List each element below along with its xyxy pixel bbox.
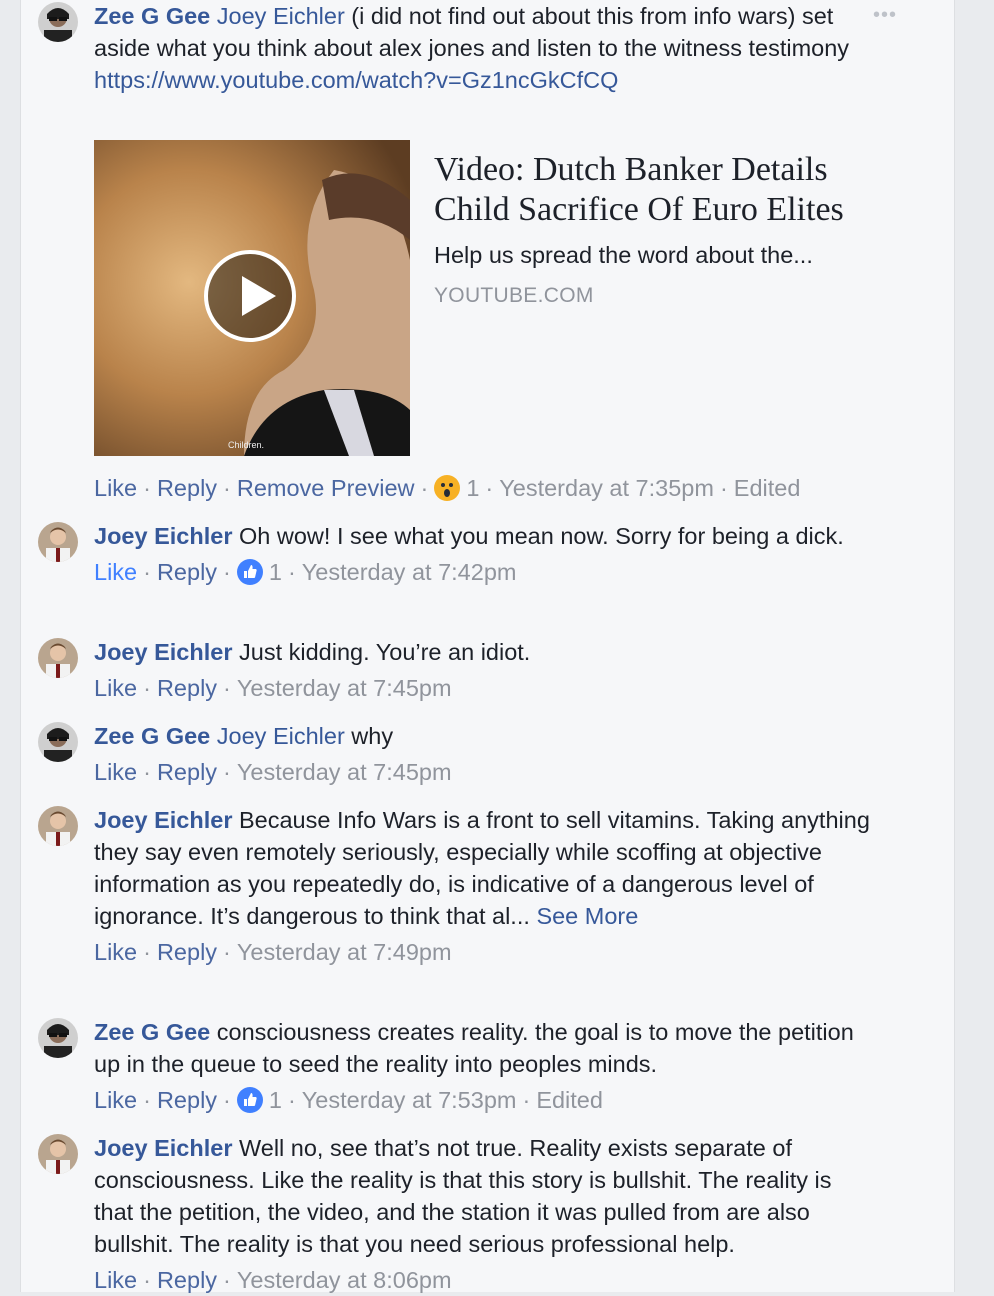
avatar-joey-eichler[interactable]	[38, 1134, 78, 1174]
avatar-zee-g-gee[interactable]	[38, 1018, 78, 1058]
comment-author[interactable]: Joey Eichler	[94, 807, 232, 833]
comment-7-actions: Like · Reply · Yesterday at 8:06pm	[94, 1267, 452, 1293]
comment-author[interactable]: Zee G Gee	[94, 723, 210, 749]
comment-author[interactable]: Zee G Gee	[94, 3, 210, 29]
like-button[interactable]: Like	[94, 939, 137, 965]
youtube-link[interactable]: https://www.youtube.com/watch?v=Gz1ncGkC…	[94, 67, 618, 93]
like-button[interactable]: Like	[94, 759, 137, 785]
comment-author[interactable]: Zee G Gee	[94, 1019, 210, 1045]
timestamp[interactable]: Yesterday at 7:35pm	[499, 475, 714, 501]
reaction-count[interactable]: 1	[269, 559, 282, 585]
comment-3-actions: Like · Reply · Yesterday at 7:45pm	[94, 675, 452, 701]
comment-3-text: Joey Eichler Just kidding. You’re an idi…	[94, 636, 874, 668]
avatar-zee-g-gee[interactable]	[38, 722, 78, 762]
comment-1-link-row: https://www.youtube.com/watch?v=Gz1ncGkC…	[94, 64, 874, 96]
comment-author[interactable]: Joey Eichler	[94, 639, 232, 665]
comment-6-body: Zee G Gee consciousness creates reality.…	[94, 1016, 874, 1116]
reply-button[interactable]: Reply	[157, 1267, 217, 1293]
comment-1-body: Zee G Gee Joey Eichler (i did not find o…	[94, 0, 874, 96]
comment-4-body: Zee G Gee Joey Eichler why Like · Reply · Ye…	[94, 720, 874, 788]
comment-1-text: Zee G Gee Joey Eichler (i did not find o…	[94, 0, 874, 64]
comment-5-body: Joey Eichler Because Info Wars is a fron…	[94, 804, 874, 968]
comment-7-body: Joey Eichler Well no, see that’s not tru…	[94, 1132, 874, 1296]
like-button[interactable]: Like	[94, 1087, 137, 1113]
edited-label[interactable]: Edited	[734, 475, 801, 501]
comment-message: Just kidding. You’re an idiot.	[232, 639, 531, 665]
reply-button[interactable]: Reply	[157, 1087, 217, 1113]
timestamp[interactable]: Yesterday at 8:06pm	[237, 1267, 452, 1293]
comment-2-body: Joey Eichler Oh wow! I see what you mean…	[94, 520, 874, 588]
comment-2-text: Joey Eichler Oh wow! I see what you mean…	[94, 520, 874, 552]
like-button[interactable]: Like	[94, 559, 137, 585]
avatar-joey-eichler[interactable]	[38, 522, 78, 562]
like-button[interactable]: Like	[94, 1267, 137, 1293]
play-button[interactable]	[204, 250, 296, 342]
link-preview[interactable]: Children. Video: Dutch Banker Details Ch…	[94, 140, 864, 456]
like-icon[interactable]	[236, 1087, 263, 1113]
thumbnail-caption: Children.	[228, 440, 265, 450]
comment-message: Oh wow! I see what you mean now. Sorry f…	[232, 523, 844, 549]
timestamp[interactable]: Yesterday at 7:45pm	[237, 675, 452, 701]
comment-6-text: Zee G Gee consciousness creates reality.…	[94, 1016, 874, 1080]
timestamp[interactable]: Yesterday at 7:53pm	[302, 1087, 517, 1113]
preview-source: YOUTUBE.COM	[434, 284, 594, 307]
comment-author[interactable]: Joey Eichler	[94, 523, 232, 549]
reaction-count[interactable]: 1	[269, 1087, 282, 1113]
comment-4-text: Zee G Gee Joey Eichler why	[94, 720, 874, 752]
comment-2-actions: Like · Reply · 1 · Yesterday at 7:42pm	[94, 559, 517, 585]
avatar-joey-eichler[interactable]	[38, 638, 78, 678]
more-options-icon[interactable]: •••	[873, 4, 897, 27]
see-more-link[interactable]: See More	[536, 903, 638, 929]
like-button[interactable]: Like	[94, 675, 137, 701]
comment-6-actions: Like · Reply · 1 · Yesterday at 7:53pm · Edited	[94, 1087, 603, 1113]
preview-title[interactable]: Video: Dutch Banker Details Child Sacrif…	[434, 150, 864, 230]
reply-button[interactable]: Reply	[157, 559, 217, 585]
reply-button[interactable]: Reply	[157, 475, 217, 501]
comment-1-actions: Like · Reply · Remove Preview · 1 · Yesterday at…	[94, 475, 801, 501]
like-icon[interactable]	[236, 559, 263, 585]
mention-tag[interactable]: Joey Eichler	[217, 723, 345, 749]
avatar-zee-g-gee[interactable]	[38, 2, 78, 42]
comment-7-text: Joey Eichler Well no, see that’s not tru…	[94, 1132, 874, 1260]
comment-5-text: Joey Eichler Because Info Wars is a fron…	[94, 804, 874, 932]
reply-button[interactable]: Reply	[157, 759, 217, 785]
timestamp[interactable]: Yesterday at 7:42pm	[302, 559, 517, 585]
comment-4-actions: Like · Reply · Yesterday at 7:45pm	[94, 759, 452, 785]
reply-button[interactable]: Reply	[157, 675, 217, 701]
preview-description: Help us spread the word about the...	[434, 242, 813, 268]
comment-5-actions: Like · Reply · Yesterday at 7:49pm	[94, 939, 452, 965]
avatar-joey-eichler[interactable]	[38, 806, 78, 846]
reply-button[interactable]: Reply	[157, 939, 217, 965]
timestamp[interactable]: Yesterday at 7:45pm	[237, 759, 452, 785]
timestamp[interactable]: Yesterday at 7:49pm	[237, 939, 452, 965]
like-button[interactable]: Like	[94, 475, 137, 501]
mention-tag[interactable]: Joey Eichler	[217, 3, 345, 29]
reaction-count[interactable]: 1	[466, 475, 479, 501]
remove-preview-button[interactable]: Remove Preview	[237, 475, 415, 501]
video-thumbnail[interactable]: Children.	[94, 140, 410, 456]
edited-label[interactable]: Edited	[536, 1087, 603, 1113]
wow-icon[interactable]	[434, 475, 461, 501]
comment-3-body: Joey Eichler Just kidding. You’re an idi…	[94, 636, 874, 704]
comment-message: why	[344, 723, 394, 749]
comment-author[interactable]: Joey Eichler	[94, 1135, 232, 1161]
